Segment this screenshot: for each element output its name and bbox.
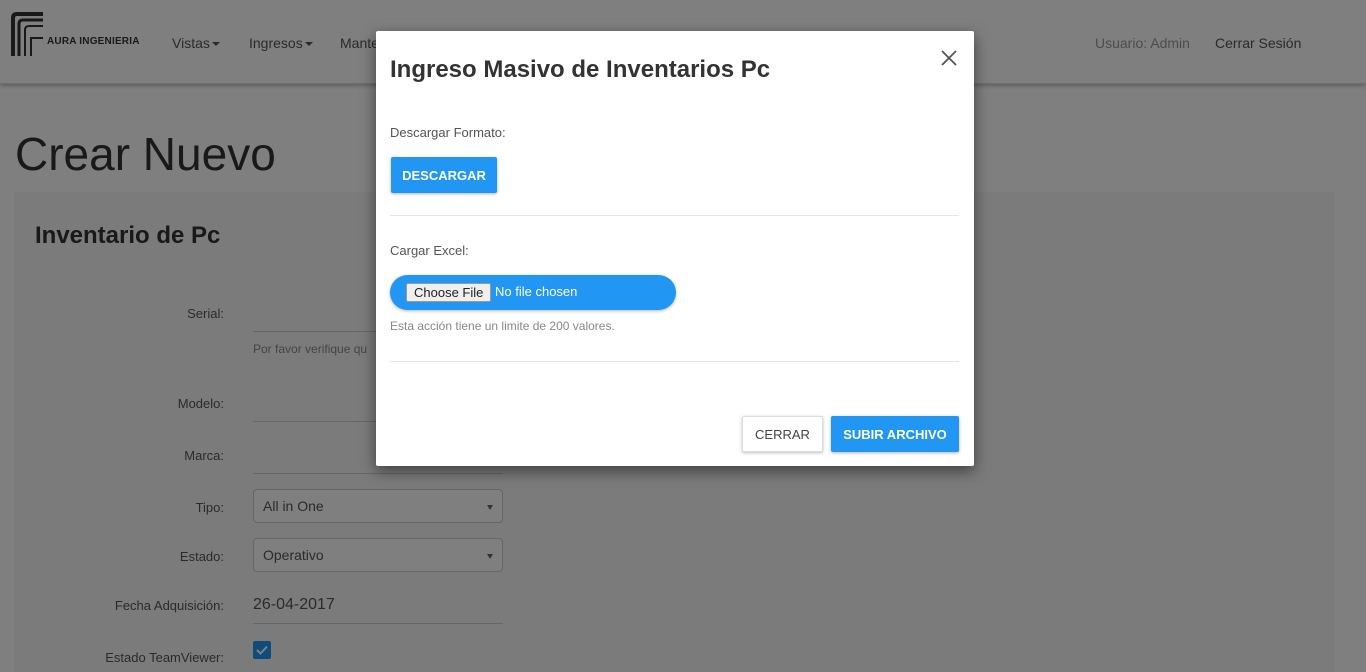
divider (390, 215, 959, 216)
upload-excel-label: Cargar Excel: (390, 243, 469, 258)
upload-limit-help: Esta acción tiene un limite de 200 valor… (390, 319, 615, 333)
choose-file-button[interactable]: Choose File (406, 283, 492, 302)
divider (390, 361, 959, 362)
file-input[interactable]: Choose File No file chosen (390, 275, 676, 310)
download-button[interactable]: DESCARGAR (391, 157, 497, 193)
cerrar-button[interactable]: CERRAR (742, 416, 823, 452)
download-format-label: Descargar Formato: (390, 125, 506, 140)
close-icon[interactable] (940, 49, 958, 67)
modal-title: Ingreso Masivo de Inventarios Pc (390, 56, 771, 83)
file-status-text: No file chosen (495, 284, 578, 299)
bulk-upload-modal: Ingreso Masivo de Inventarios Pc Descarg… (376, 31, 974, 466)
subir-archivo-button[interactable]: SUBIR ARCHIVO (831, 416, 959, 452)
